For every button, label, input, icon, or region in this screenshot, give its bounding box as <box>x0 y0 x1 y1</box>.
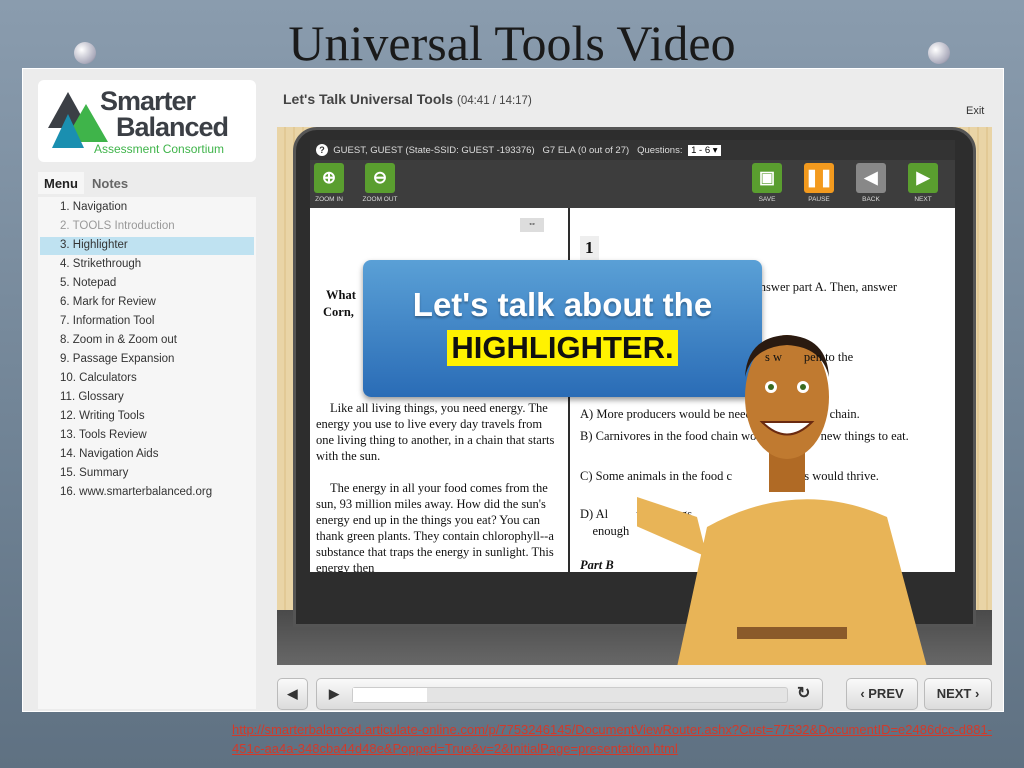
menu-item[interactable]: 2. TOOLS Introduction <box>40 218 254 236</box>
menu-item[interactable]: 1. Navigation <box>40 199 254 217</box>
menu-item[interactable]: 10. Calculators <box>40 370 254 388</box>
prev-label: PREV <box>868 686 904 701</box>
back-button[interactable]: ◀ <box>856 163 886 193</box>
menu-item[interactable]: 14. Navigation Aids <box>40 446 254 464</box>
passage-paragraph: The energy in all your food comes from t… <box>316 481 554 572</box>
lesson-time: (04:41 / 14:17) <box>456 95 532 107</box>
pin-icon <box>928 42 950 64</box>
questions-select[interactable]: 1 - 6 ▾ <box>688 145 721 156</box>
next-slide-button[interactable]: NEXT › <box>924 678 992 710</box>
student-name: GUEST, GUEST (State-SSID: GUEST -193376) <box>333 145 535 156</box>
exit-button[interactable]: Exit <box>966 105 984 117</box>
menu-item[interactable]: 7. Information Tool <box>40 313 254 331</box>
menu-list: 1. Navigation 2. TOOLS Introduction 3. Hig… <box>38 197 256 709</box>
question-text: s w pen to the <box>765 350 854 364</box>
source-link[interactable]: http://smarterbalanced.articulate-online… <box>232 720 992 758</box>
smarter-balanced-logo: Smarter Balanced Assessment Consortium <box>38 80 256 162</box>
presenter-character <box>637 335 927 665</box>
seek-progress <box>353 688 427 702</box>
menu-item[interactable]: 3. Highlighter <box>40 237 254 255</box>
volume-button[interactable]: ◀ <box>277 678 308 710</box>
questions-label: Questions: <box>637 145 683 156</box>
menu-item[interactable]: 11. Glossary <box>40 389 254 407</box>
part-b-label: Part B <box>580 558 614 572</box>
back-label: BACK <box>862 196 880 203</box>
speaker-icon: ◀ <box>287 686 298 701</box>
menu-item[interactable]: 8. Zoom in & Zoom out <box>40 332 254 350</box>
menu-item[interactable]: 15. Summary <box>40 465 254 483</box>
menu-item[interactable]: 13. Tools Review <box>40 427 254 445</box>
test-name: G7 ELA (0 out of 27) <box>542 145 630 156</box>
question-text: , answer part A. Then, answer <box>748 280 898 294</box>
menu-item[interactable]: 12. Writing Tools <box>40 408 254 426</box>
next-button[interactable]: ▶ <box>908 163 938 193</box>
help-icon: ? <box>316 144 328 156</box>
save-label: SAVE <box>758 196 776 203</box>
menu-item[interactable]: 9. Passage Expansion <box>40 351 254 369</box>
tab-notes[interactable]: Notes <box>86 172 134 194</box>
lesson-name: Let's Talk Universal Tools <box>283 91 454 107</box>
video-area[interactable]: ? GUEST, GUEST (State-SSID: GUEST -19337… <box>277 127 992 665</box>
next-label: NEXT <box>936 686 972 701</box>
passage-paragraph: Like all living things, you need energy.… <box>316 401 555 463</box>
logo-text: Assessment Consortium <box>94 142 225 156</box>
pause-button[interactable]: ❚❚ <box>804 163 834 193</box>
zoom-out-label: ZOOM OUT <box>362 196 398 203</box>
menu-item[interactable]: 6. Mark for Review <box>40 294 254 312</box>
question-number: 1 <box>580 236 599 260</box>
seek-bar[interactable] <box>352 687 788 703</box>
play-icon[interactable]: ▶ <box>329 679 339 709</box>
menu-item[interactable]: 5. Notepad <box>40 275 254 293</box>
zoom-in-label: ZOOM IN <box>315 196 343 203</box>
passage-heading: What <box>326 288 356 302</box>
menu-item[interactable]: 4. Strikethrough <box>40 256 254 274</box>
bubble-text: Let's talk about the <box>412 286 713 323</box>
zoom-in-button[interactable]: ⊕ <box>314 163 344 193</box>
player-controls: ◀ ▶ ↻ ‹ PREV NEXT › <box>277 678 992 712</box>
save-button[interactable]: ▣ <box>752 163 782 193</box>
pause-label: PAUSE <box>808 196 830 203</box>
zoom-out-button[interactable]: ⊖ <box>365 163 395 193</box>
test-info-bar: ? GUEST, GUEST (State-SSID: GUEST -19337… <box>310 140 955 160</box>
questions-value: 1 - 6 <box>691 145 711 156</box>
passage-heading: Corn, <box>323 305 354 319</box>
next-label: NEXT <box>914 196 932 203</box>
lesson-title: Let's Talk Universal Tools (04:41 / 14:1… <box>283 91 532 107</box>
replay-icon[interactable]: ↻ <box>797 679 810 709</box>
logo-text: Balanced <box>116 112 229 142</box>
prev-button[interactable]: ‹ PREV <box>846 678 918 710</box>
seek-bar-container: ▶ ↻ <box>316 678 823 710</box>
expand-icon[interactable]: ⇔ <box>520 218 544 232</box>
menu-item[interactable]: 16. www.smarterbalanced.org <box>40 484 254 502</box>
slide-title: Universal Tools Video <box>288 15 736 71</box>
test-toolbar: ⊕ ZOOM IN ⊖ ZOOM OUT ▣ SAVE ❚❚ PAUSE ◀ BACK ▶… <box>310 160 955 208</box>
answer-text: enough <box>592 524 630 538</box>
tab-menu[interactable]: Menu <box>38 172 84 194</box>
pin-icon <box>74 42 96 64</box>
